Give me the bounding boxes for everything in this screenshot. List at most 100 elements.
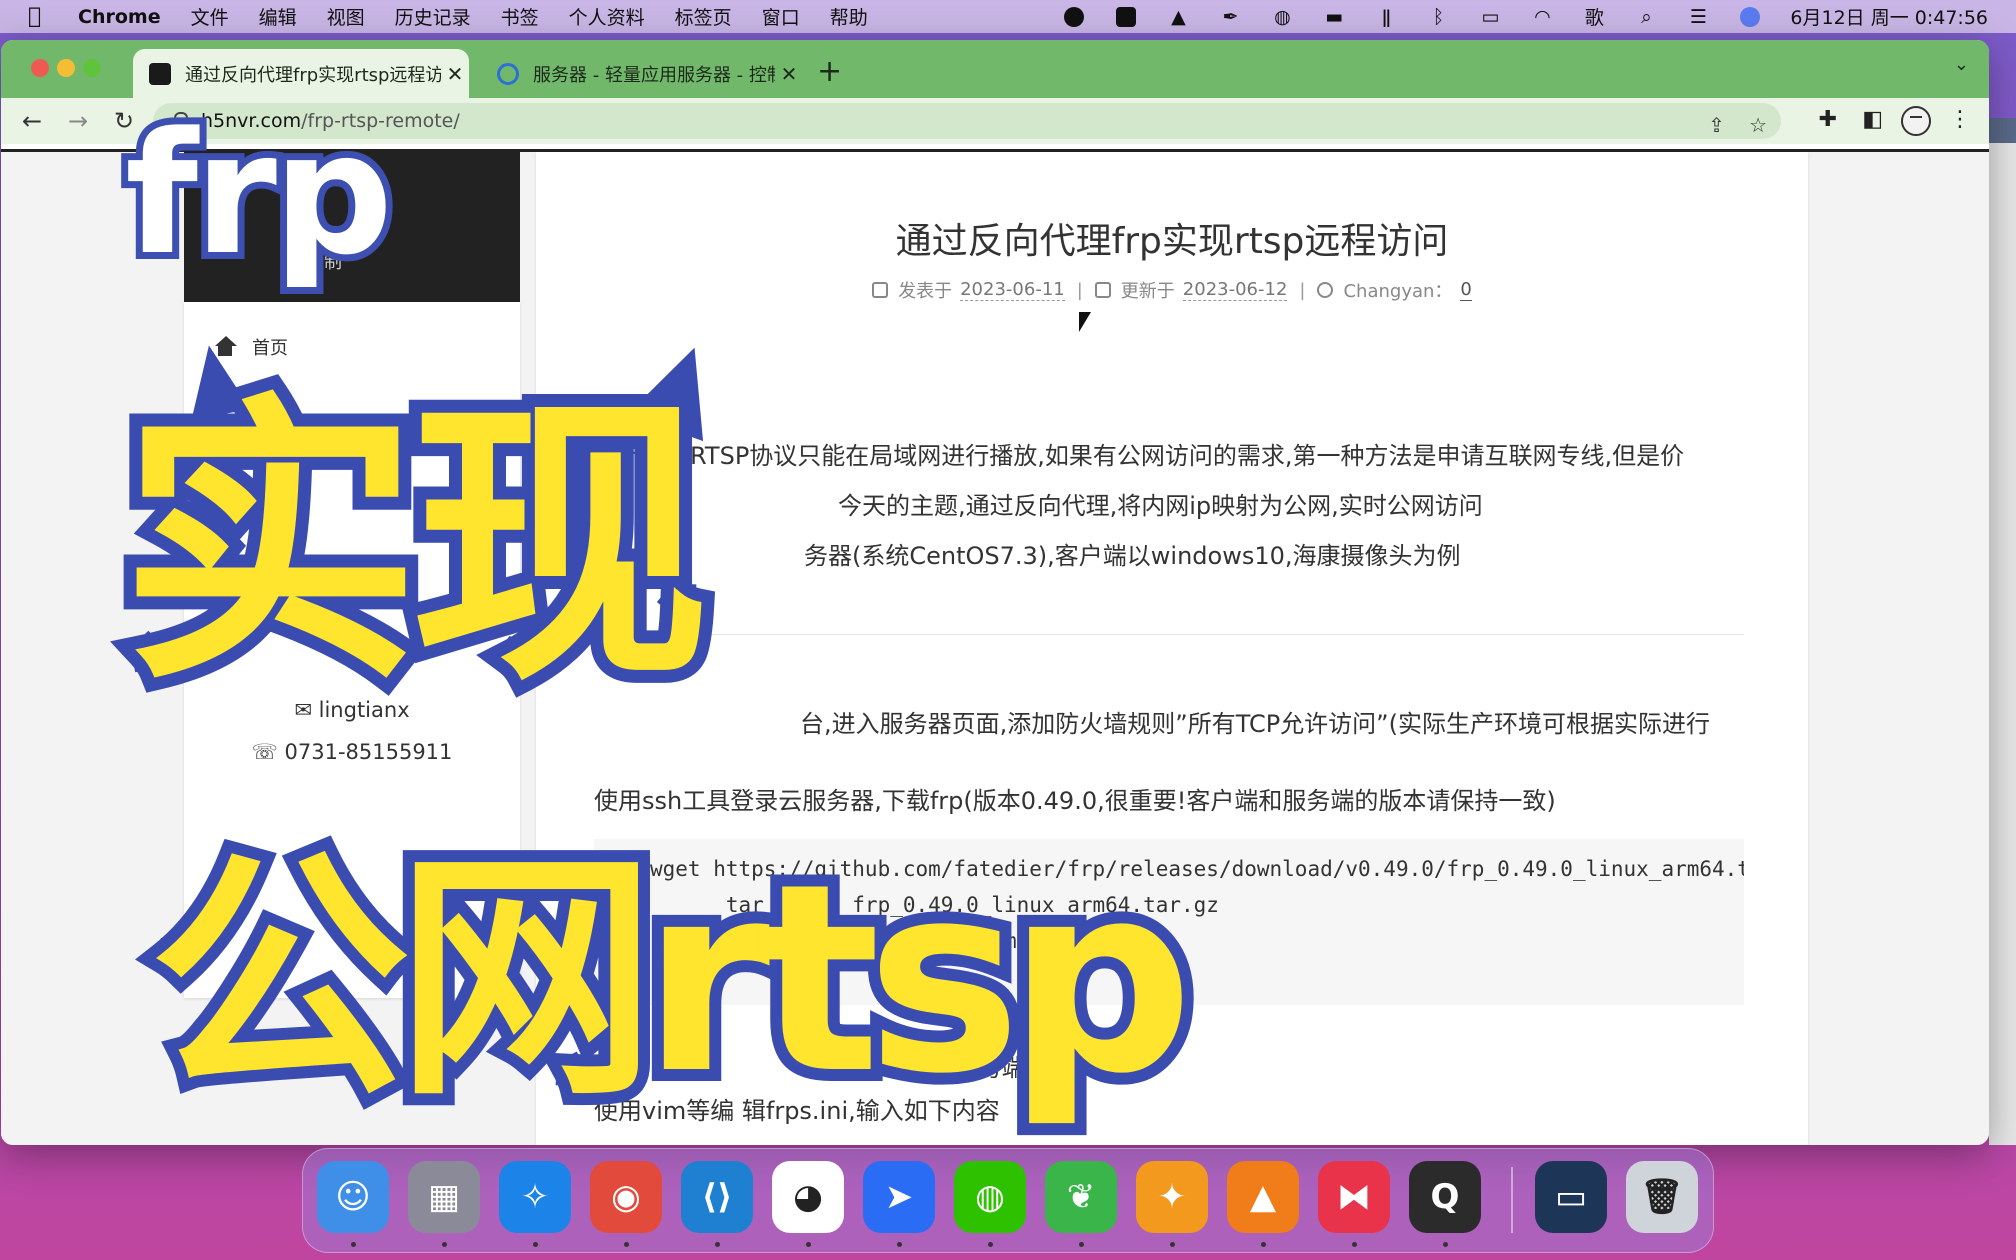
background-window-edge <box>1989 118 2016 1145</box>
paragraph-intro: 众所周知RTSP协议只能在局域网进行播放,如果有公网访问的需求,第一种方法是申请… <box>594 442 1685 470</box>
control-center-icon[interactable]: ☰ <box>1686 6 1710 28</box>
tab-close-icon[interactable]: ✕ <box>775 62 803 86</box>
tab-frp-article[interactable]: 通过反向代理frp实现rtsp远程访问 ✕ <box>133 49 469 98</box>
dock-running-indicator <box>806 1242 811 1247</box>
comment-icon <box>1317 282 1334 298</box>
menu-clock[interactable]: 6月12日 周一 0:47:56 <box>1790 3 1988 30</box>
menu-app-chrome[interactable]: Chrome <box>78 6 161 28</box>
menu-tabs[interactable]: 标签页 <box>675 3 732 30</box>
window-zoom-button[interactable] <box>83 59 101 77</box>
tab-title: 通过反向代理frp实现rtsp远程访问 <box>185 64 441 86</box>
overlay-title-gongwang-rtsp: 公网rtsp <box>138 829 1205 1131</box>
window-close-button[interactable] <box>31 59 49 77</box>
section-divider <box>594 634 1744 635</box>
menu-view[interactable]: 视图 <box>327 3 365 30</box>
paragraph-topic: 今天的主题,通过反向代理,将内网ip映射为公网,实时公网访问 <box>838 492 1483 520</box>
screen-app-icon[interactable]: ▭ <box>1535 1161 1607 1233</box>
finalcut-icon[interactable] <box>1114 6 1138 28</box>
calendar-icon <box>872 282 889 298</box>
menu-edit[interactable]: 编辑 <box>259 3 297 30</box>
menu-file[interactable]: 文件 <box>191 3 229 30</box>
tab-strip: 通过反向代理frp实现rtsp远程访问 ✕ 服务器 - 轻量应用服务器 - 控制… <box>1 40 1989 98</box>
quicktime-icon[interactable]: Q <box>1409 1161 1481 1233</box>
back-arrow-icon[interactable]: ← <box>17 106 47 136</box>
dock-running-indicator <box>624 1242 629 1247</box>
dock-running-indicator <box>351 1242 356 1247</box>
vscode-icon[interactable]: ⟨⟩ <box>681 1161 753 1233</box>
tab-title: 服务器 - 轻量应用服务器 - 控制台 <box>533 64 775 86</box>
paragraph-firewall: 台,进入服务器页面,添加防火墙规则”所有TCP允许访问”(实际生产环境可根据实际… <box>800 710 1710 738</box>
menu-history[interactable]: 历史记录 <box>395 3 471 30</box>
menu-bar:  Chrome 文件 编辑 视图 历史记录 书签 个人资料 标签页 窗口 帮助… <box>0 0 2016 33</box>
finder-icon[interactable]: ☺ <box>317 1161 389 1233</box>
qq-icon[interactable]: ◕ <box>772 1161 844 1233</box>
status-area: ▲ ✒ ◍ ▬ ǁ ᛒ ▭ ◠ 歌 ⌕ ☰ 6月12日 周一 0:47:56 <box>1062 0 2016 33</box>
sidebar-item-label: 首页 <box>252 338 288 359</box>
profile-avatar[interactable] <box>1901 106 1931 136</box>
siri-icon[interactable] <box>1738 6 1762 28</box>
dock-running-indicator <box>1079 1242 1084 1247</box>
airpods-icon[interactable]: ǁ <box>1374 6 1398 28</box>
address-bar[interactable]: h5nvr.com/frp-rtsp-remote/ ⇪ ☆ <box>153 103 1781 139</box>
dock-running-indicator <box>442 1242 447 1247</box>
more-menu-icon[interactable]: ⋮ <box>1949 107 1971 132</box>
extensions-puzzle-icon[interactable]: ✚ <box>1819 107 1837 132</box>
tab-close-icon[interactable]: ✕ <box>441 62 469 86</box>
dock: ☺ ▦ ✧ ◉ ⟨⟩ ◕ ➤ ◍ ❦ ✦ ▲ ⧓ Q ▭ 🗑 <box>302 1148 1714 1253</box>
bed-icon[interactable]: ▬ <box>1322 6 1346 28</box>
chrome-icon[interactable]: ◉ <box>590 1161 662 1233</box>
wifi-icon[interactable]: ◠ <box>1530 6 1554 28</box>
forward-arrow-icon[interactable]: → <box>63 106 93 136</box>
trash-icon[interactable]: 🗑 <box>1626 1161 1698 1233</box>
post-meta: 发表于 2023-06-11 | 更新于 2023-06-12 | Changy… <box>536 277 1808 303</box>
menu-help[interactable]: 帮助 <box>830 3 868 30</box>
wechat-icon[interactable]: ◍ <box>1270 6 1294 28</box>
dock-running-indicator <box>1170 1242 1175 1247</box>
comment-count-link[interactable]: 0 <box>1460 279 1472 301</box>
wechat-icon[interactable]: ◍ <box>954 1161 1026 1233</box>
tab-server-console[interactable]: 服务器 - 轻量应用服务器 - 控制台 ✕ <box>481 49 803 98</box>
apple-menu-icon[interactable]:  <box>28 4 52 29</box>
cloud-favicon-icon <box>497 62 519 85</box>
search-icon[interactable]: ⌕ <box>1634 6 1658 28</box>
dock-running-indicator <box>1352 1242 1357 1247</box>
vlc-icon[interactable]: ▲ <box>1227 1161 1299 1233</box>
dock-running-indicator <box>533 1242 538 1247</box>
dock-separator <box>1511 1167 1513 1233</box>
green-app-icon[interactable]: ❦ <box>1045 1161 1117 1233</box>
dock-running-indicator <box>1261 1242 1266 1247</box>
posted-date[interactable]: 2023-06-11 <box>960 279 1065 301</box>
record-icon[interactable] <box>1062 6 1086 28</box>
new-tab-button[interactable]: + <box>817 54 842 89</box>
orange-app-icon[interactable]: ✦ <box>1136 1161 1208 1233</box>
phone-icon: ☏ <box>251 740 285 764</box>
post-title: 通过反向代理frp实现rtsp远程访问 <box>895 221 1449 262</box>
bluetooth-icon[interactable]: ᛒ <box>1426 6 1450 28</box>
battery-icon[interactable]: ▭ <box>1478 6 1502 28</box>
feather-icon[interactable]: ✒ <box>1218 6 1242 28</box>
menu-window[interactable]: 窗口 <box>762 3 800 30</box>
dock-running-indicator <box>988 1242 993 1247</box>
feishu-icon[interactable]: ➤ <box>863 1161 935 1233</box>
tab-search-chevron-icon[interactable]: ⌄ <box>1954 54 1969 75</box>
h5nvr-favicon-icon <box>149 62 171 85</box>
bookmark-star-icon[interactable]: ☆ <box>1749 113 1767 137</box>
overlay-title-shixian: 实现 <box>107 371 723 720</box>
updated-date[interactable]: 2023-06-12 <box>1182 279 1288 301</box>
side-panel-icon[interactable]: ◧ <box>1862 107 1883 132</box>
dock-running-indicator <box>1443 1242 1448 1247</box>
safari-icon[interactable]: ✧ <box>499 1161 571 1233</box>
contact-phone: ☏ 0731-85155911 <box>251 740 453 764</box>
input-method-icon[interactable]: 歌 <box>1582 6 1606 29</box>
finalcut-icon[interactable]: ⧓ <box>1318 1161 1390 1233</box>
menu-bookmarks[interactable]: 书签 <box>501 3 539 30</box>
menu-profile[interactable]: 个人资料 <box>569 3 645 30</box>
window-minimize-button[interactable] <box>57 59 75 77</box>
paragraph-download: 使用ssh工具登录云服务器,下载frp(版本0.49.0,很重要!客户端和服务端… <box>594 787 1556 815</box>
share-icon[interactable]: ⇪ <box>1708 113 1725 137</box>
vlc-icon[interactable]: ▲ <box>1166 6 1190 28</box>
calendar-check-icon <box>1094 282 1111 298</box>
dock-running-indicator <box>897 1242 902 1247</box>
mouse-pointer-icon <box>1079 312 1091 332</box>
launchpad-icon[interactable]: ▦ <box>408 1161 480 1233</box>
